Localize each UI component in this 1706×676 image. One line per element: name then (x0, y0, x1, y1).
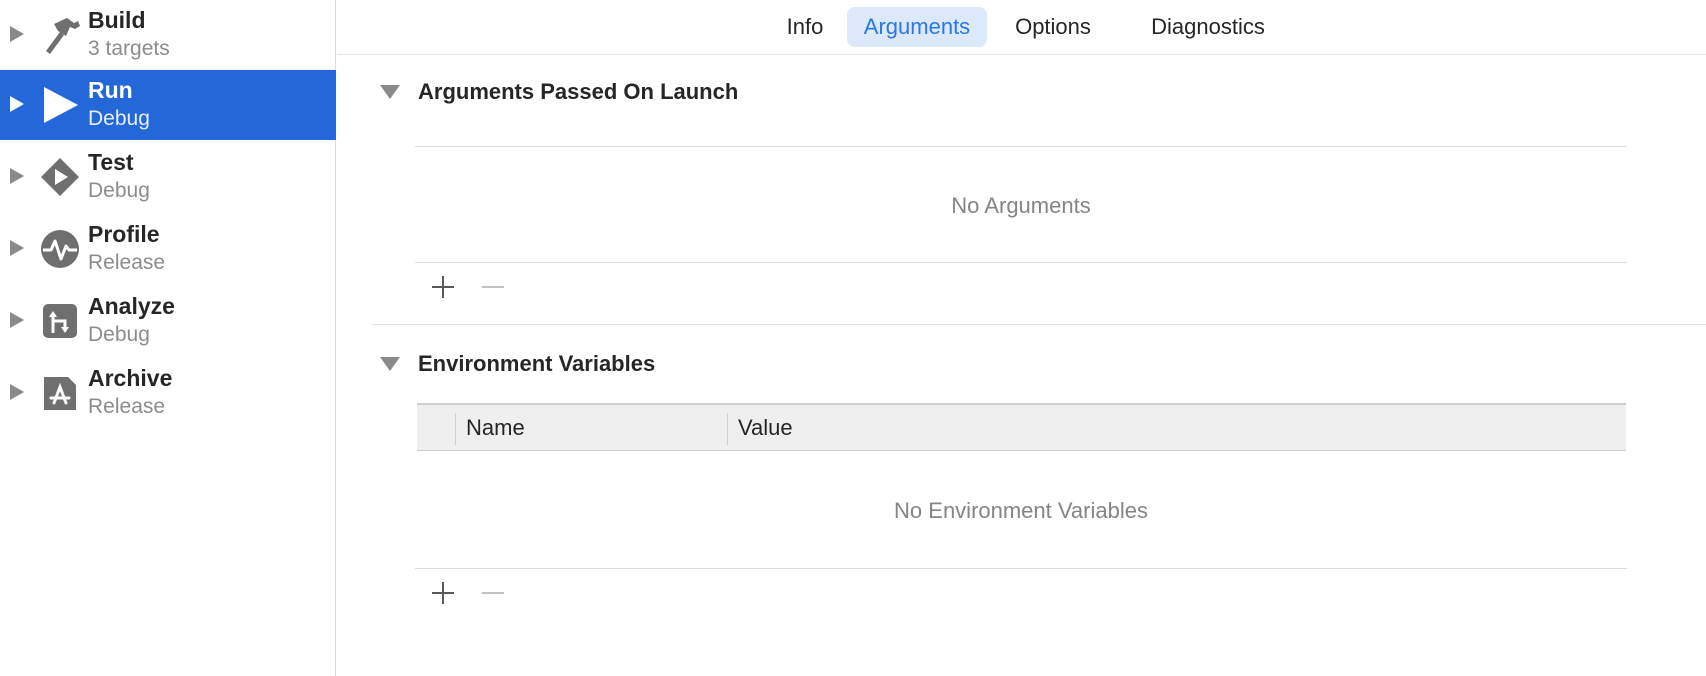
scheme-item-profile[interactable]: Profile Release (0, 214, 336, 284)
scheme-item-sublabel: 3 targets (88, 37, 170, 60)
analyze-icon (43, 304, 77, 338)
tab-diagnostics[interactable]: Diagnostics (1133, 7, 1283, 47)
scheme-item-run[interactable]: Run Debug (0, 70, 336, 140)
scheme-item-archive[interactable]: Archive Release (0, 358, 336, 428)
env-empty-message: No Environment Variables (894, 498, 1148, 523)
disclosure-triangle-icon[interactable] (10, 96, 24, 112)
scheme-item-label: Test (88, 149, 134, 175)
tab-bar: Info Arguments Options Diagnostics (337, 0, 1706, 55)
disclosure-triangle-icon[interactable] (10, 168, 24, 184)
tab-info[interactable]: Info (768, 7, 842, 47)
disclosure-triangle-icon[interactable] (10, 240, 24, 256)
env-table-header: Name Value (417, 403, 1626, 451)
scheme-item-label: Profile (88, 221, 160, 247)
remove-argument-button[interactable] (482, 286, 504, 288)
scheme-item-label: Run (88, 77, 133, 103)
scheme-item-test[interactable]: Test Debug (0, 142, 336, 212)
arguments-section-title: Arguments Passed On Launch (418, 79, 739, 104)
add-env-variable-button[interactable] (432, 582, 454, 604)
scheme-item-sublabel: Debug (88, 179, 150, 202)
scheme-item-sublabel: Debug (88, 323, 150, 346)
section-collapse-triangle-icon[interactable] (380, 357, 400, 371)
scheme-item-label: Analyze (88, 293, 175, 319)
scheme-item-analyze[interactable]: Analyze Debug (0, 286, 336, 356)
scheme-item-sublabel: Release (88, 251, 166, 274)
divider (415, 262, 1627, 263)
test-diamond-icon (41, 158, 79, 196)
play-icon (44, 87, 78, 123)
column-separator[interactable] (727, 413, 728, 445)
add-argument-button[interactable] (432, 276, 454, 298)
scheme-actions-sidebar: Build 3 targets Run Debug Test Debug Pro… (0, 0, 336, 676)
scheme-item-sublabel: Release (88, 395, 166, 418)
column-separator (455, 413, 456, 445)
scheme-item-sublabel: Debug (88, 107, 150, 130)
disclosure-triangle-icon[interactable] (10, 26, 24, 42)
divider (415, 568, 1627, 569)
activity-pulse-icon (41, 230, 79, 268)
scheme-item-build[interactable]: Build 3 targets (0, 0, 336, 70)
env-section-title: Environment Variables (418, 351, 656, 376)
archive-appstore-icon (44, 377, 76, 410)
section-collapse-triangle-icon[interactable] (380, 85, 400, 99)
arguments-empty-message: No Arguments (951, 193, 1091, 218)
remove-env-variable-button[interactable] (482, 592, 504, 594)
column-header-name[interactable]: Name (466, 415, 525, 441)
section-divider (372, 324, 1706, 325)
disclosure-triangle-icon[interactable] (10, 312, 24, 328)
hammer-icon (46, 18, 80, 54)
disclosure-triangle-icon[interactable] (10, 384, 24, 400)
scheme-item-label: Build (88, 7, 146, 33)
tab-options[interactable]: Options (1000, 7, 1106, 47)
column-header-value[interactable]: Value (738, 415, 793, 441)
divider (415, 146, 1627, 147)
tab-arguments[interactable]: Arguments (847, 7, 987, 47)
scheme-item-label: Archive (88, 365, 173, 391)
